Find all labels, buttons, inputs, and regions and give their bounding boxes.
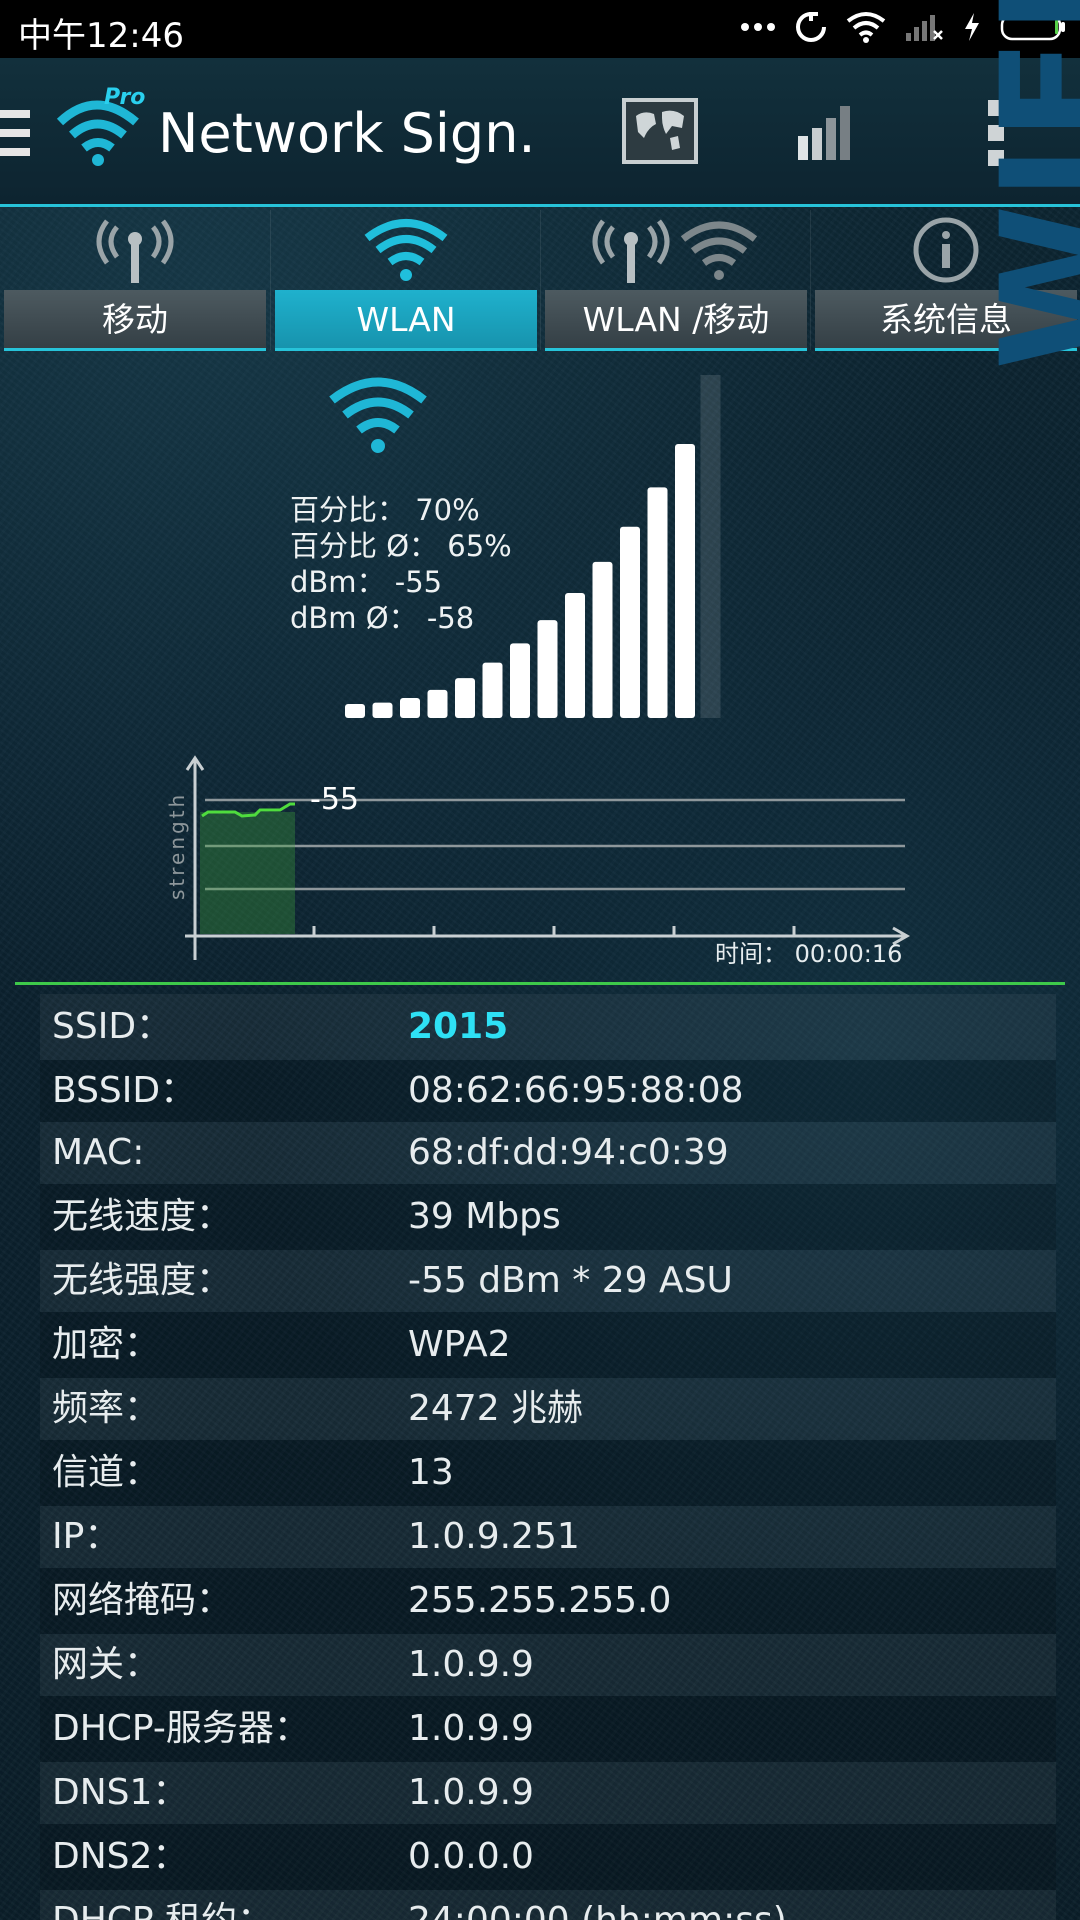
wifi-watermark: WIFI (970, 0, 1080, 370)
info-row: 频率： 2472 兆赫 (40, 1378, 1056, 1440)
info-key: 信道： (52, 1452, 161, 1493)
tab-bar: 移动 WLAN WLAN /移动 系统信息 (0, 210, 1080, 351)
app-screen: 中午12:46 Pro Network Sign. 移动 WLAN WLAN /… (0, 0, 1080, 1920)
tab-wlan-mobile[interactable]: WLAN /移动 (540, 210, 811, 351)
menu-icon[interactable] (0, 110, 30, 156)
info-row: 无线速度： 39 Mbps (40, 1184, 1056, 1250)
status-time: 中午12:46 (18, 16, 184, 56)
signal-strength-button[interactable] (796, 100, 858, 162)
tab-label: WLAN /移动 (545, 290, 807, 351)
info-value: 1.0.9.9 (408, 1644, 534, 1685)
info-row: 网络掩码： 255.255.255.0 (40, 1568, 1056, 1634)
signal-bar (455, 678, 475, 718)
info-value: 1.0.9.9 (408, 1772, 534, 1813)
info-row: DHCP-服务器： 1.0.9.9 (40, 1696, 1056, 1762)
info-key: BSSID： (52, 1070, 197, 1111)
tab-label: WLAN (275, 290, 537, 351)
info-row: 加密： WPA2 (40, 1312, 1056, 1378)
info-key: 无线强度： (52, 1260, 233, 1301)
info-value: 255.255.255.0 (408, 1580, 672, 1621)
info-value: 2015 (408, 1006, 509, 1047)
info-row: DHCP 租约： 24:00:00 (hh:mm:ss) (40, 1890, 1056, 1920)
info-row: 信道： 13 (40, 1440, 1056, 1506)
graph-time-label: 时间： 00:00:16 (715, 940, 903, 968)
info-value: 08:62:66:95:88:08 (408, 1070, 744, 1111)
antenna-wifi-icon (592, 219, 758, 283)
info-key: SSID： (52, 1006, 173, 1047)
app-title: Network Sign. (158, 102, 536, 165)
info-value: 68:df:dd:94:c0:39 (408, 1132, 729, 1173)
info-value: 2472 兆赫 (408, 1388, 584, 1429)
signal-bar (427, 689, 448, 718)
sync-icon (796, 12, 826, 42)
info-key: DNS1： (52, 1772, 189, 1813)
info-key: DHCP-服务器： (52, 1708, 310, 1749)
signal-bar (675, 444, 695, 718)
pro-badge: Pro (104, 85, 145, 110)
info-row: 网关： 1.0.9.9 (40, 1634, 1056, 1696)
graph-current-value: -55 (310, 782, 359, 817)
info-key: 网络掩码： (52, 1580, 233, 1621)
signal-bar (620, 526, 640, 718)
tab-label: 移动 (4, 290, 266, 351)
graph-ylabel: strength (165, 792, 189, 900)
no-signal-icon (906, 15, 943, 41)
signal-bar (565, 593, 585, 718)
signal-bar (482, 662, 503, 718)
signal-bar (345, 704, 365, 718)
world-map-button[interactable] (622, 98, 698, 164)
info-row: SSID： 2015 (40, 994, 1056, 1060)
signal-bar (647, 487, 668, 718)
signal-bar (400, 697, 420, 718)
info-value: 1.0.9.9 (408, 1708, 534, 1749)
wifi-logo-icon: Pro (56, 85, 145, 166)
info-value: 0.0.0.0 (408, 1836, 534, 1877)
signal-bar (372, 702, 393, 718)
wifi-info-list: SSID： 2015 BSSID： 08:62:66:95:88:08 MAC: 68:d… (40, 994, 1056, 1920)
status-bar: 中午12:46 (0, 0, 1080, 58)
info-value: 1.0.9.251 (408, 1516, 580, 1557)
section-divider (15, 982, 1065, 985)
tab-wlan[interactable]: WLAN (270, 210, 541, 351)
signal-bar-empty (700, 375, 721, 718)
info-row: IP： 1.0.9.251 (40, 1506, 1056, 1568)
info-row: DNS2： 0.0.0.0 (40, 1824, 1056, 1890)
tab-mobile[interactable]: 移动 (0, 210, 270, 351)
signal-bar (592, 561, 613, 718)
info-row: BSSID： 08:62:66:95:88:08 (40, 1060, 1056, 1122)
info-key: 网关： (52, 1644, 161, 1685)
info-value: 39 Mbps (408, 1196, 561, 1237)
info-row: DNS1： 1.0.9.9 (40, 1762, 1056, 1824)
app-logo: Pro (52, 80, 152, 174)
antenna-icon (96, 219, 174, 283)
info-value: 24:00:00 (hh:mm:ss) (408, 1890, 787, 1920)
wifi-icon (364, 219, 448, 281)
info-key: DNS2： (52, 1836, 189, 1877)
info-key: DHCP 租约： (52, 1890, 273, 1920)
info-key: IP： (52, 1516, 121, 1557)
info-key: 频率： (52, 1388, 161, 1429)
signal-bar (510, 643, 530, 718)
info-value: WPA2 (408, 1324, 511, 1365)
app-bar: Pro Network Sign. (0, 58, 1080, 207)
signal-bar (537, 620, 558, 718)
info-key: 加密： (52, 1324, 161, 1365)
info-value: 13 (408, 1452, 454, 1493)
info-key: 无线速度： (52, 1196, 233, 1237)
info-row: 无线强度： -55 dBm * 29 ASU (40, 1250, 1056, 1312)
info-key: MAC: (52, 1132, 145, 1173)
more-dots-icon (741, 23, 775, 31)
graph-history-area (200, 812, 295, 934)
info-row: MAC: 68:df:dd:94:c0:39 (40, 1122, 1056, 1184)
wifi-status-icon (846, 12, 886, 43)
signal-bars (345, 375, 721, 718)
info-value: -55 dBm * 29 ASU (408, 1260, 733, 1301)
